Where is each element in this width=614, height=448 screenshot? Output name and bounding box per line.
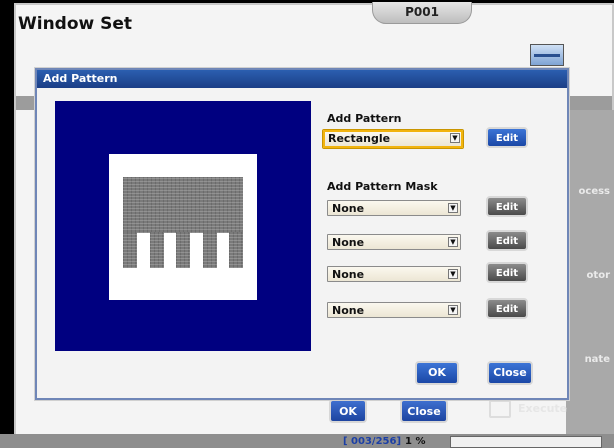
chevron-down-icon[interactable]: ▼ (450, 133, 460, 143)
dialog-ok-button[interactable]: OK (415, 361, 459, 385)
edit-mask-4-button[interactable]: Edit (486, 298, 528, 319)
background-close-button[interactable]: Close (400, 399, 448, 423)
chevron-down-icon[interactable]: ▼ (448, 237, 458, 247)
chevron-down-icon[interactable]: ▼ (448, 203, 458, 213)
pattern-tooth (123, 232, 137, 268)
mask-select-3[interactable]: None ▼ (327, 266, 461, 282)
right-label-coordinate[interactable]: nate (585, 354, 610, 365)
screen: Window Set P001 ocess otor nate Execute … (0, 0, 614, 448)
preview-canvas (109, 154, 257, 300)
window-icon[interactable] (530, 44, 564, 66)
pattern-tooth (229, 232, 243, 268)
add-pattern-dialog: Add Pattern Add Pattern Rectangle ▼ Edit… (35, 68, 569, 400)
pattern-tooth (203, 232, 217, 268)
mask-select-1[interactable]: None ▼ (327, 200, 461, 216)
window-set-title: Window Set (18, 14, 133, 34)
dialog-titlebar[interactable]: Add Pattern (37, 70, 567, 88)
program-code-tab: P001 (372, 2, 472, 24)
mask-select-2[interactable]: None ▼ (327, 234, 461, 250)
execute-label[interactable]: Execute (518, 402, 567, 415)
background-ok-button[interactable]: OK (329, 399, 367, 423)
edit-mask-2-button[interactable]: Edit (486, 230, 528, 251)
pattern-tooth (150, 232, 164, 268)
add-pattern-mask-label: Add Pattern Mask (327, 180, 438, 193)
mask-value: None (332, 268, 365, 281)
dialog-title: Add Pattern (43, 72, 118, 85)
add-pattern-label: Add Pattern (327, 112, 402, 125)
pattern-tooth (176, 232, 190, 268)
edit-pattern-button[interactable]: Edit (486, 127, 528, 148)
edit-mask-3-button[interactable]: Edit (486, 262, 528, 283)
chevron-down-icon[interactable]: ▼ (448, 305, 458, 315)
right-side-panel: ocess otor nate (566, 110, 614, 436)
right-label-process[interactable]: ocess (579, 186, 610, 197)
add-pattern-select[interactable]: Rectangle ▼ (323, 130, 463, 148)
chevron-down-icon[interactable]: ▼ (448, 269, 458, 279)
mask-value: None (332, 304, 365, 317)
mask-value: None (332, 202, 365, 215)
pattern-preview (55, 101, 311, 351)
execute-icon[interactable] (489, 400, 511, 418)
right-label-motor[interactable]: otor (587, 270, 610, 281)
edit-mask-1-button[interactable]: Edit (486, 196, 528, 217)
mask-value: None (332, 236, 365, 249)
mask-select-4[interactable]: None ▼ (327, 302, 461, 318)
status-counter: [ 003/256] (343, 436, 402, 447)
status-field (450, 436, 602, 448)
pattern-rectangle (123, 177, 243, 233)
add-pattern-value: Rectangle (328, 132, 391, 145)
status-percent: 1 % (405, 436, 426, 447)
dialog-close-button[interactable]: Close (487, 361, 533, 385)
